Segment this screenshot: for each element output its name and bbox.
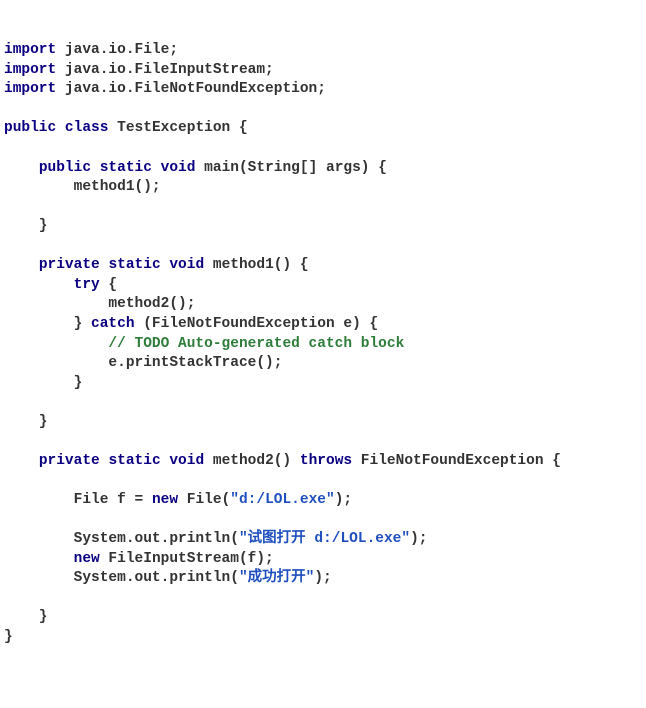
throws-type: FileNotFoundException { (352, 453, 561, 469)
kw-static: static (100, 160, 152, 176)
kw-private: private (39, 257, 100, 273)
kw-public: public (4, 120, 56, 136)
m1-sig: method1() { (204, 257, 308, 273)
close-brace: } (4, 609, 48, 625)
kw-import: import (4, 62, 56, 78)
catch-sig: (FileNotFoundException e) { (135, 316, 379, 332)
m2-sig: method2() (204, 453, 300, 469)
code-block: import java.io.File; import java.io.File… (4, 41, 642, 647)
class-decl: TestException { (108, 120, 247, 136)
kw-void: void (161, 160, 196, 176)
kw-throws: throws (300, 453, 352, 469)
kw-static: static (108, 453, 160, 469)
kw-static: static (108, 257, 160, 273)
close-brace: } (4, 218, 48, 234)
kw-class: class (65, 120, 109, 136)
kw-import: import (4, 81, 56, 97)
try-body: method2(); (4, 296, 195, 312)
kw-catch: catch (91, 316, 135, 332)
pst: e.printStackTrace(); (4, 355, 282, 371)
close-brace: } (4, 375, 82, 391)
string-literal: "试图打开 d:/LOL.exe" (239, 531, 410, 547)
kw-import: import (4, 42, 56, 58)
string-literal: "d:/LOL.exe" (230, 492, 334, 508)
kw-public: public (39, 160, 91, 176)
kw-new: new (74, 551, 100, 567)
string-literal: "成功打开" (239, 570, 314, 586)
main-sig: main(String[] args) { (195, 160, 386, 176)
kw-private: private (39, 453, 100, 469)
kw-new: new (152, 492, 178, 508)
close-brace: } (4, 629, 13, 645)
pkg: java.io.File; (56, 42, 178, 58)
kw-try: try (74, 277, 100, 293)
comment-todo: // TODO Auto-generated catch block (4, 336, 404, 352)
close-brace: } (4, 414, 48, 430)
kw-void: void (169, 453, 204, 469)
pkg: java.io.FileInputStream; (56, 62, 274, 78)
main-body: method1(); (4, 179, 161, 195)
pkg: java.io.FileNotFoundException; (56, 81, 326, 97)
kw-void: void (169, 257, 204, 273)
